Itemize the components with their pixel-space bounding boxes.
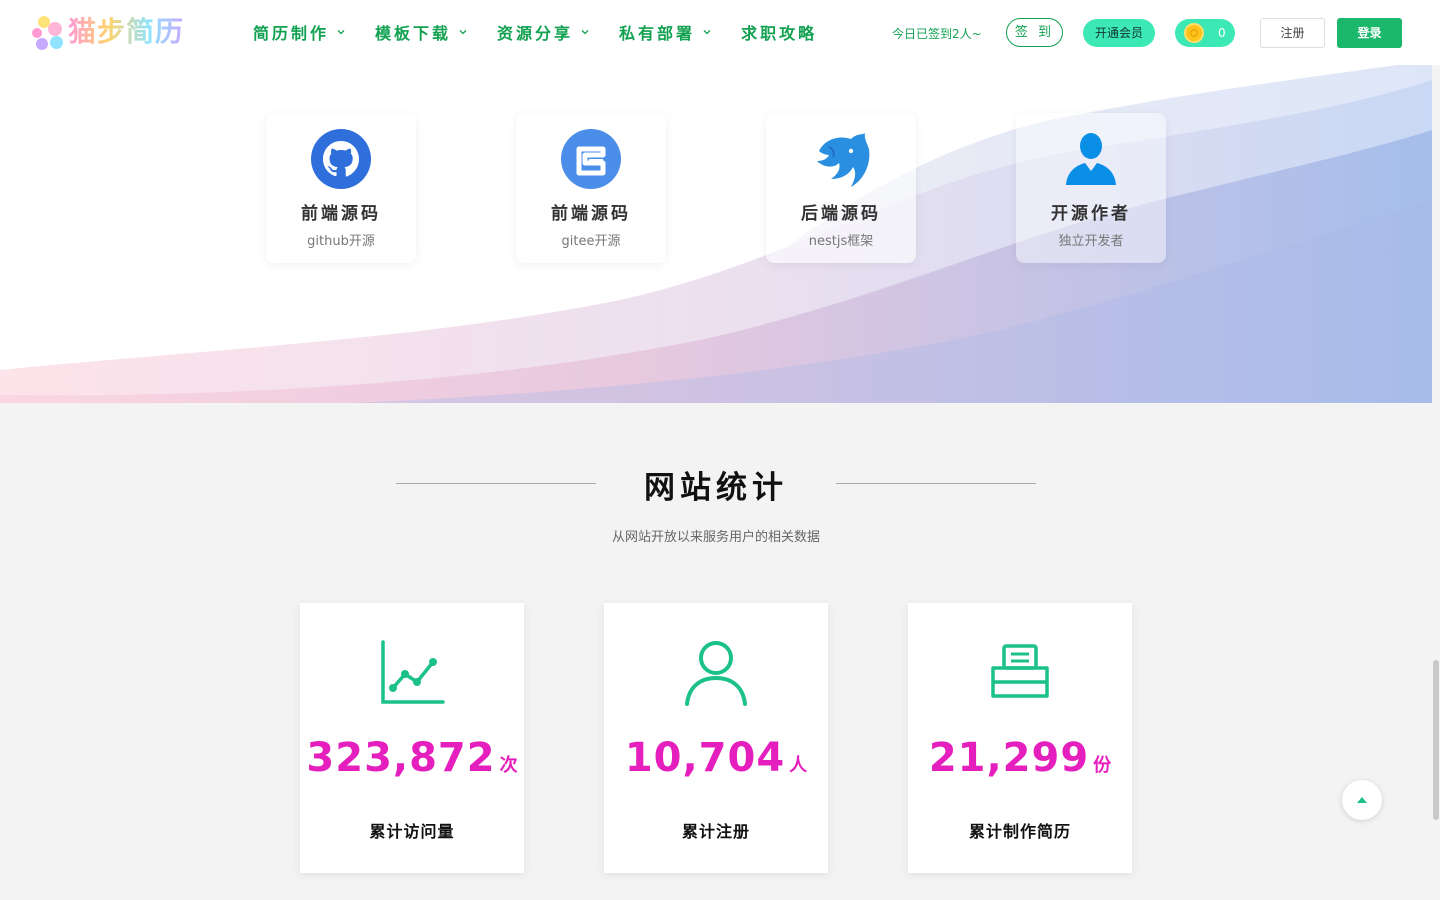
page-scrollbar-thumb[interactable] [1433, 660, 1439, 820]
source-card-subtitle: gitee开源 [561, 234, 621, 249]
back-to-top-button[interactable] [1342, 780, 1382, 820]
stat-label: 累计注册 [681, 822, 750, 841]
source-card-title: 开源作者 [1051, 204, 1131, 224]
nav-item-resource-share[interactable]: 资源分享 [497, 20, 591, 44]
nav-item-label: 资源分享 [497, 24, 574, 43]
signin-count-note: 今日已签到2人~ [892, 27, 982, 41]
source-card-subtitle: nestjs框架 [808, 234, 874, 249]
user-icon [1066, 133, 1116, 185]
nav-item-label: 求职攻略 [741, 24, 818, 43]
coin-balance[interactable]: 0 [1175, 19, 1235, 47]
chevron-down-icon [337, 30, 345, 35]
stat-value-row: 323,872 次 [300, 735, 524, 781]
register-button[interactable]: 注册 [1260, 18, 1325, 48]
stat-unit: 次 [499, 755, 518, 776]
stat-unit: 份 [1093, 755, 1112, 776]
nestjs-icon [817, 133, 870, 187]
source-card-github[interactable]: 前端源码 github开源 [266, 113, 416, 263]
source-card-title: 前端源码 [301, 204, 381, 224]
coin-count: 0 [1218, 26, 1226, 40]
vip-button[interactable]: 开通会员 [1083, 19, 1155, 47]
stat-value-row: 10,704 人 [604, 735, 828, 781]
nav-item-label: 模板下载 [375, 24, 452, 43]
stat-card-registrations: 10,704 人 累计注册 [604, 603, 828, 873]
source-card-subtitle: 独立开发者 [1058, 234, 1124, 249]
nav-item-job-guide[interactable]: 求职攻略 [741, 20, 817, 44]
gitee-icon [561, 129, 621, 189]
chevron-down-icon [703, 30, 711, 35]
printer-icon [991, 644, 1049, 698]
brand-logo[interactable]: 猫步简历 [30, 14, 184, 50]
chevron-down-icon [581, 30, 589, 35]
source-card-title: 后端源码 [801, 204, 881, 224]
sign-in-daily-button[interactable]: 签 到 [1006, 18, 1063, 47]
chevron-down-icon [459, 30, 467, 35]
nav-item-label: 私有部署 [619, 24, 696, 43]
brand-name: 猫步简历 [68, 15, 185, 48]
login-button[interactable]: 登录 [1337, 18, 1402, 48]
stat-value: 21,299 [928, 735, 1090, 781]
stat-card-visits: 323,872 次 累计访问量 [300, 603, 524, 873]
stat-label: 累计访问量 [369, 822, 455, 841]
source-card-title: 前端源码 [551, 204, 631, 224]
stat-value: 10,704 [624, 735, 786, 781]
source-card-subtitle: github开源 [307, 234, 375, 249]
stat-unit: 人 [789, 755, 808, 776]
nav-item-resume-make[interactable]: 简历制作 [253, 20, 347, 44]
coin-icon [1184, 23, 1204, 43]
github-icon [311, 129, 371, 189]
source-card-author[interactable]: 开源作者 独立开发者 [1016, 113, 1166, 263]
stat-card-resumes: 21,299 份 累计制作简历 [908, 603, 1132, 873]
main-nav: 简历制作 模板下载 资源分享 私有部署 求职攻略 [253, 20, 841, 44]
user-outline-icon [685, 641, 747, 706]
stats-title: 网站统计 [644, 470, 788, 506]
logo-paw-icon [30, 14, 68, 50]
line-chart-icon [381, 640, 445, 704]
nav-item-label: 简历制作 [253, 24, 330, 43]
source-card-nestjs[interactable]: 后端源码 nestjs框架 [766, 113, 916, 263]
stat-label: 累计制作简历 [968, 822, 1071, 841]
stat-value: 323,872 [306, 735, 496, 781]
nav-item-private-deploy[interactable]: 私有部署 [619, 20, 713, 44]
top-header: 猫步简历 简历制作 模板下载 资源分享 私有部署 求职攻略 今日已签到2人~ 签… [0, 0, 1440, 65]
source-card-gitee[interactable]: 前端源码 gitee开源 [516, 113, 666, 263]
caret-up-icon [1357, 797, 1367, 803]
stat-value-row: 21,299 份 [908, 735, 1132, 781]
stats-subtitle: 从网站开放以来服务用户的相关数据 [611, 530, 820, 545]
nav-item-template-download[interactable]: 模板下载 [375, 20, 469, 44]
